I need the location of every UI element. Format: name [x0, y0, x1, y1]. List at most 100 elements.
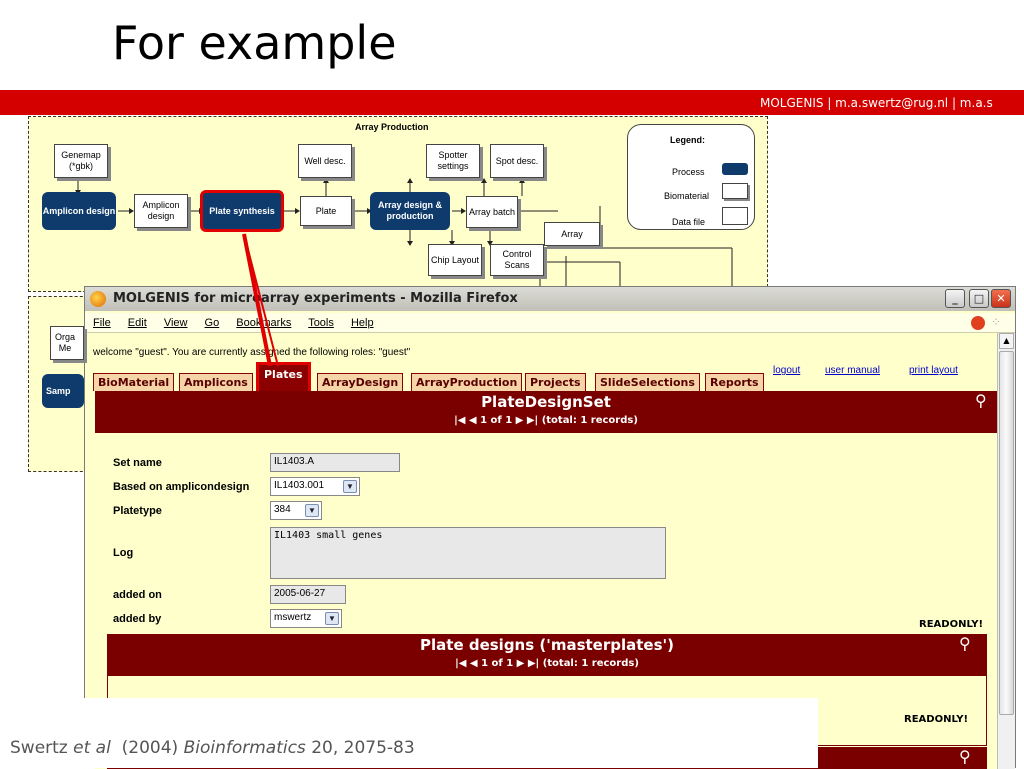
menu-file[interactable]: File — [93, 317, 111, 329]
window-titlebar: MOLGENIS for microarray experiments - Mo… — [85, 287, 1015, 311]
header-contact-text: MOLGENIS | m.a.swertz@rug.nl | m.a.s — [760, 96, 993, 110]
well-desc-file: Well desc. — [298, 144, 352, 178]
close-button[interactable]: ✕ — [991, 289, 1011, 308]
readonly-badge: READONLY! — [919, 619, 984, 630]
print-layout-link[interactable]: print layout — [909, 365, 958, 376]
menu-help[interactable]: Help — [351, 317, 374, 329]
tab-reports[interactable]: Reports — [705, 373, 764, 391]
first-record-icon[interactable]: |◀ — [455, 658, 466, 669]
first-record-icon[interactable]: |◀ — [454, 415, 465, 426]
scroll-thumb[interactable] — [999, 351, 1014, 715]
subpanel-pager-position: 1 of 1 — [481, 658, 514, 669]
search-icon[interactable]: ⚲ — [975, 391, 987, 410]
legend-biomaterial-swatch — [722, 183, 748, 199]
menu-edit[interactable]: Edit — [128, 317, 147, 329]
tab-amplicons[interactable]: Amplicons — [179, 373, 253, 391]
citation-volume: 20, 2075-83 — [305, 738, 415, 758]
welcome-message: welcome "guest". You are currently assig… — [93, 347, 411, 358]
log-textarea: IL1403 small genes — [270, 527, 666, 579]
log-label: Log — [113, 547, 134, 559]
legend-title: Legend: — [670, 135, 705, 145]
subpanel-pager-total: (total: 1 records) — [542, 658, 639, 669]
added-by-value: mswertz — [274, 612, 312, 623]
amplicon-design-biomaterial: Amplicon design — [134, 194, 188, 228]
amplicondesign-label: Based on amplicondesign — [113, 481, 250, 493]
added-by-select[interactable]: mswertz ▼ — [270, 609, 342, 628]
legend-process-swatch — [722, 163, 748, 175]
logout-link[interactable]: logout — [773, 365, 800, 376]
tab-arraydesign[interactable]: ArrayDesign — [317, 373, 404, 391]
prev-record-icon[interactable]: ◀ — [469, 415, 477, 426]
control-scans-file: Control Scans — [490, 244, 544, 276]
citation: Swertz et al (2004) Bioinformatics 20, 2… — [10, 738, 415, 758]
menu-go[interactable]: Go — [205, 317, 220, 329]
slide-title: For example — [112, 16, 397, 70]
tab-biomaterial[interactable]: BioMaterial — [93, 373, 175, 391]
array-biomaterial: Array — [544, 222, 600, 246]
amplicon-design-process: Amplicon design — [42, 192, 116, 230]
search-icon[interactable]: ⚲ — [959, 634, 971, 653]
chevron-down-icon: ▼ — [325, 612, 339, 625]
spot-desc-file: Spot desc. — [490, 144, 544, 178]
added-on-label: added on — [113, 589, 162, 601]
search-icon[interactable]: ⚲ — [959, 747, 971, 766]
added-by-label: added by — [113, 613, 162, 625]
plate-biomaterial: Plate — [300, 196, 352, 226]
platetype-select[interactable]: 384 ▼ — [270, 501, 322, 520]
last-record-icon[interactable]: ▶| — [528, 658, 539, 669]
set-name-field: IL1403.A — [270, 453, 400, 472]
sample-process: Samp — [42, 374, 84, 408]
minimize-button[interactable]: _ — [945, 289, 965, 308]
legend-datafile-label: Data file — [672, 217, 706, 227]
menu-bar: File Edit View Go Bookmarks Tools Help ⁘ — [85, 313, 1015, 333]
tab-arrayproduction[interactable]: ArrayProduction — [411, 373, 523, 391]
user-manual-link[interactable]: user manual — [825, 365, 880, 376]
citation-journal: Bioinformatics — [183, 738, 306, 758]
chevron-down-icon: ▼ — [305, 504, 319, 517]
added-on-field: 2005-06-27 — [270, 585, 346, 604]
plate-design-set-header: PlateDesignSet |◀ ◀ 1 of 1 ▶ ▶| (total: … — [95, 391, 997, 433]
readonly-badge-2: READONLY! — [904, 714, 969, 725]
pager-total: (total: 1 records) — [541, 415, 638, 426]
chip-layout-file: Chip Layout — [428, 244, 482, 276]
diagram-title: Array Production — [355, 122, 429, 132]
vertical-scrollbar[interactable]: ▲ — [997, 333, 1015, 769]
next-record-icon[interactable]: ▶ — [517, 658, 525, 669]
chevron-down-icon: ▼ — [343, 480, 357, 493]
platetype-label: Platetype — [113, 505, 162, 517]
organism-biomaterial: Orga Me — [50, 326, 84, 360]
prev-record-icon[interactable]: ◀ — [470, 658, 478, 669]
array-batch-biomaterial: Array batch — [466, 196, 518, 228]
maximize-button[interactable]: □ — [969, 289, 989, 308]
spotter-settings-file: Spotter settings — [426, 144, 480, 178]
platetype-value: 384 — [274, 504, 291, 515]
legend-datafile-swatch — [722, 207, 748, 225]
citation-author: Swertz — [10, 738, 74, 758]
menu-bookmarks[interactable]: Bookmarks — [236, 317, 291, 329]
tab-plates[interactable]: Plates — [256, 362, 311, 394]
citation-etal: et al — [73, 738, 111, 758]
genemap-file: Genemap (*gbk) — [54, 144, 108, 178]
tab-projects[interactable]: Projects — [525, 373, 586, 391]
plate-designs-header: Plate designs ('masterplates') |◀ ◀ 1 of… — [107, 634, 987, 676]
tab-slideselections[interactable]: SlideSelections — [595, 373, 700, 391]
array-design-process: Array design & production — [370, 192, 450, 230]
citation-year: (2004) — [110, 738, 184, 758]
diagram-legend: Legend: Process Biomaterial Data file — [627, 124, 755, 230]
legend-process-label: Process — [672, 167, 705, 177]
menu-tools[interactable]: Tools — [308, 317, 334, 329]
firefox-logo-icon — [90, 291, 106, 307]
pager-position: 1 of 1 — [480, 415, 513, 426]
menu-view[interactable]: View — [164, 317, 188, 329]
window-title: MOLGENIS for microarray experiments - Mo… — [113, 291, 518, 306]
amplicondesign-value: IL1403.001 — [274, 480, 325, 491]
throbber-icon: ⁘ — [991, 315, 1002, 329]
record-pager: |◀ ◀ 1 of 1 ▶ ▶| (total: 1 records) — [95, 415, 997, 426]
plate-synthesis-process: Plate synthesis — [200, 190, 284, 232]
amplicondesign-select[interactable]: IL1403.001 ▼ — [270, 477, 360, 496]
next-record-icon[interactable]: ▶ — [516, 415, 524, 426]
stop-icon[interactable] — [971, 316, 985, 330]
scroll-up-icon[interactable]: ▲ — [999, 333, 1014, 349]
legend-biomaterial-label: Biomaterial — [664, 191, 710, 201]
last-record-icon[interactable]: ▶| — [527, 415, 538, 426]
